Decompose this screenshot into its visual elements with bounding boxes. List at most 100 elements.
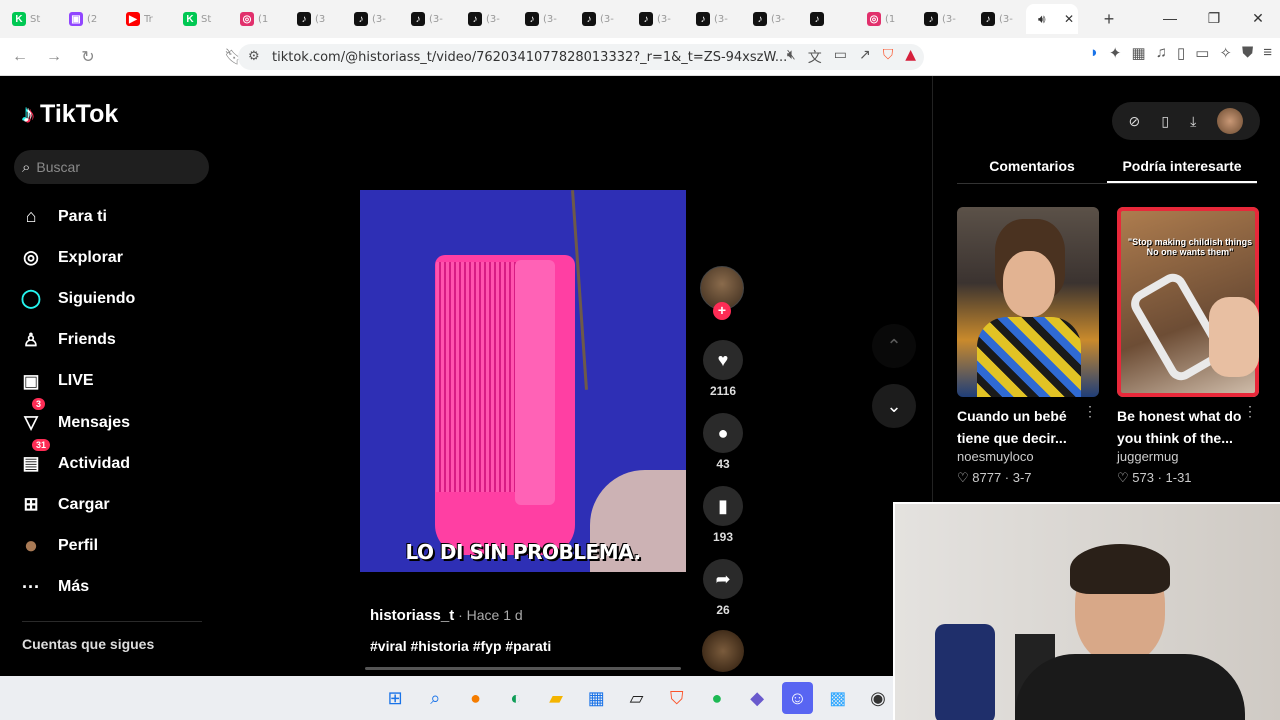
browser-tab[interactable]: ▶ Tr: [114, 4, 171, 34]
browser-tab[interactable]: K St: [171, 4, 228, 34]
wallet-panel-icon[interactable]: ▭: [1195, 44, 1209, 62]
search-input[interactable]: ⌕ Buscar: [14, 150, 209, 184]
nav-item-explorar[interactable]: ◎ Explorar: [18, 237, 218, 278]
menu-icon[interactable]: ≡: [1263, 44, 1272, 62]
close-window-button[interactable]: ✕: [1236, 0, 1280, 36]
cast-icon[interactable]: ▭: [834, 47, 847, 67]
browser-tab[interactable]: ♪: [798, 4, 855, 34]
wallet-icon[interactable]: ◗: [1090, 44, 1099, 62]
notes-icon[interactable]: ▱: [621, 682, 651, 714]
nav-item-perfil[interactable]: ● Perfil: [18, 526, 218, 567]
card-title: Cuando un bebé tiene que decir...: [957, 408, 1067, 446]
windows-start-icon[interactable]: ⊞: [380, 682, 410, 714]
brave-icon[interactable]: ⛉: [662, 682, 692, 714]
tab-title: St: [201, 13, 212, 25]
tab-favicon-icon: ♪: [981, 12, 995, 26]
translate-icon[interactable]: 文: [808, 47, 822, 67]
nav-item-friends[interactable]: ♙ Friends: [18, 320, 218, 361]
user-avatar[interactable]: [1217, 108, 1244, 134]
nav-item-siguiendo[interactable]: ◯ Siguiendo: [18, 278, 218, 319]
browser-tab[interactable]: ♪ (3-: [627, 4, 684, 34]
tab-title: (3-: [372, 13, 386, 25]
search-taskbar-icon[interactable]: ⌕: [420, 682, 450, 714]
video-player[interactable]: LO DI SIN PROBLEMA.: [360, 190, 686, 572]
tab-search-icon[interactable]: ▦: [1132, 44, 1146, 62]
comment-button[interactable]: ● 43: [702, 413, 744, 471]
nav-item-cargar[interactable]: ⊞ Cargar: [18, 484, 218, 525]
spotify-icon[interactable]: ●: [702, 682, 732, 714]
tab-comments[interactable]: Comentarios: [957, 152, 1107, 183]
forward-icon[interactable]: →: [40, 43, 68, 71]
rewards-icon[interactable]: ▲: [905, 47, 916, 67]
browser-tab[interactable]: ♪ (3-: [399, 4, 456, 34]
browser-tab[interactable]: ♪ (3-: [513, 4, 570, 34]
extensions-icon[interactable]: ✦: [1109, 44, 1122, 62]
save-button[interactable]: ▮ 193: [702, 486, 744, 544]
app-icon[interactable]: ●: [460, 682, 490, 714]
next-video-button[interactable]: ⌄: [872, 384, 916, 428]
browser-tab[interactable]: ♪ (3-: [912, 4, 969, 34]
share-button[interactable]: ➦ 26: [702, 559, 744, 617]
photoshop-icon[interactable]: ▩: [823, 682, 853, 714]
back-icon[interactable]: ←: [6, 43, 34, 71]
browser-tab[interactable]: ▣ (2: [57, 4, 114, 34]
browser-tab[interactable]: ♪ (3-: [969, 4, 1026, 34]
new-tab-button[interactable]: +: [1094, 9, 1124, 30]
mute-icon[interactable]: 🔇︎: [787, 47, 796, 67]
next-author-avatar[interactable]: [702, 630, 744, 672]
edge-icon[interactable]: ◐: [501, 682, 531, 714]
device-icon[interactable]: ▯: [1161, 113, 1169, 130]
nav-item-más[interactable]: ··· Más: [18, 567, 218, 608]
browser-tab[interactable]: ♪ (3-: [684, 4, 741, 34]
sidebar-toggle-icon[interactable]: ▯: [1177, 44, 1185, 62]
speaker-icon[interactable]: 🔊︎: [1038, 12, 1046, 27]
folder-icon[interactable]: ▰: [541, 682, 571, 714]
search-icon: ⌕: [22, 158, 31, 176]
url-bar[interactable]: ⚙ tiktok.com/@historiass_t/video/7620341…: [238, 44, 924, 70]
reload-icon[interactable]: ↻: [74, 43, 102, 71]
app-diamond-icon[interactable]: ◆: [742, 682, 772, 714]
recommended-card[interactable]: ⋮ Cuando un bebé tiene que decir... noes…: [957, 207, 1099, 486]
video-hashtags[interactable]: #viral #historia #fyp #parati: [370, 638, 551, 654]
music-icon[interactable]: ♫: [1156, 44, 1167, 62]
site-settings-icon[interactable]: ⚙: [248, 49, 260, 64]
nav-item-para-ti[interactable]: ⌂ Para ti: [18, 196, 218, 237]
tab-might-interest[interactable]: Podría interesarte: [1107, 152, 1257, 183]
tiktok-logo[interactable]: ♪ TikTok: [22, 100, 118, 129]
coins-icon[interactable]: ⊘: [1129, 113, 1141, 130]
following-icon: ◯: [20, 288, 42, 309]
browser-tab[interactable]: ♪ (3-: [570, 4, 627, 34]
browser-tab[interactable]: ♪ (3-: [456, 4, 513, 34]
close-tab-icon[interactable]: ✕: [1064, 12, 1074, 26]
nav-item-actividad[interactable]: ▤ 31 Actividad: [18, 439, 218, 484]
browser-tab[interactable]: ♪ (3-: [342, 4, 399, 34]
active-browser-tab[interactable]: 🔊︎ ✕: [1026, 4, 1078, 34]
more-options-icon[interactable]: ⋮: [1243, 403, 1257, 420]
share-icon[interactable]: ↗: [859, 47, 871, 67]
obs-icon[interactable]: ◉: [863, 682, 893, 714]
store-icon[interactable]: ▦: [581, 682, 611, 714]
maximize-button[interactable]: ❐: [1192, 0, 1236, 36]
browser-tab[interactable]: ♪ (3: [285, 4, 342, 34]
browser-tab[interactable]: K St: [0, 4, 57, 34]
download-icon[interactable]: ⤓: [1190, 113, 1196, 130]
recommended-card[interactable]: "Stop making childish things No one want…: [1117, 207, 1259, 486]
nav-item-live[interactable]: ▣ LIVE: [18, 361, 218, 402]
windows-taskbar: ⊞ ⌕ ● ◐ ▰ ▦ ▱ ⛉ ● ◆ ☺ ▩ ◉: [0, 676, 893, 720]
like-button[interactable]: ♥ 2116: [702, 340, 744, 398]
more-options-icon[interactable]: ⋮: [1083, 403, 1097, 420]
video-author[interactable]: historiass_t · Hace 1 d: [370, 607, 523, 624]
brave-shield-icon[interactable]: ⛉: [883, 47, 894, 67]
leo-ai-icon[interactable]: ✧: [1219, 44, 1232, 62]
address-bar-row: ← → ↻ 🔖︎ ⚙ tiktok.com/@historiass_t/vide…: [0, 38, 1280, 76]
vpn-icon[interactable]: ⛊: [1242, 44, 1253, 62]
follow-plus-icon[interactable]: +: [713, 302, 731, 320]
discord-icon[interactable]: ☺: [782, 682, 813, 714]
browser-tab[interactable]: ◎ (1: [855, 4, 912, 34]
minimize-button[interactable]: —: [1148, 0, 1192, 36]
browser-tab[interactable]: ◎ (1: [228, 4, 285, 34]
video-progress-bar[interactable]: [365, 667, 681, 670]
nav-item-mensajes[interactable]: ▽ 3 Mensajes: [18, 397, 218, 443]
previous-video-button[interactable]: ⌃: [872, 324, 916, 368]
browser-tab[interactable]: ♪ (3-: [741, 4, 798, 34]
